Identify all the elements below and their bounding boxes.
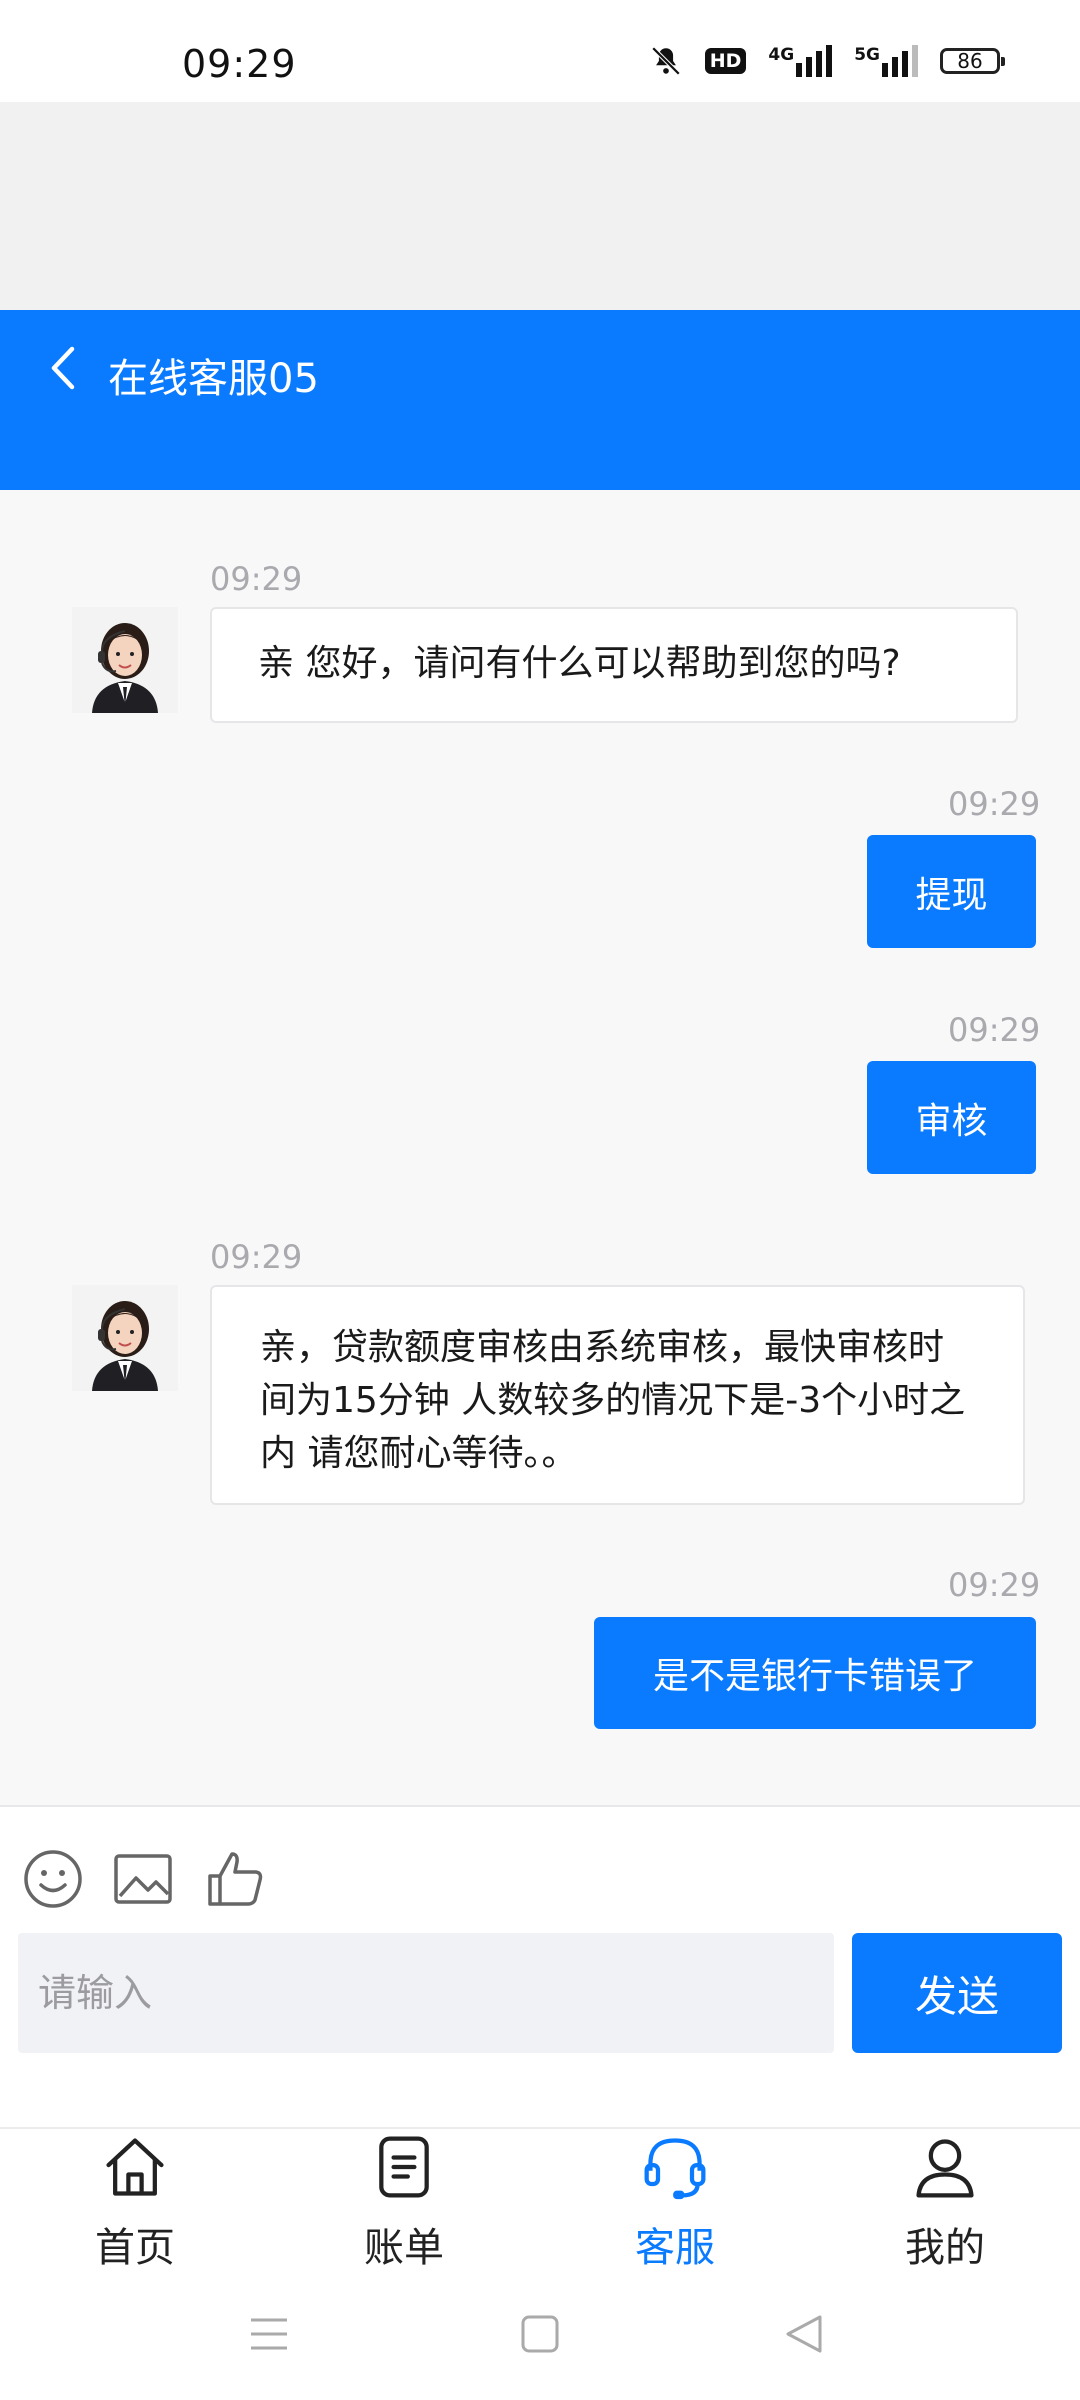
message-timestamp: 09:29 [948,1566,1041,1604]
home-square-icon[interactable] [518,2312,562,2356]
outgoing-message-bubble: 是不是银行卡错误了 [594,1617,1036,1729]
incoming-message-bubble: 亲，贷款额度审核由系统审核，最快审核时间为15分钟 人数较多的情况下是-3个小时… [210,1285,1025,1505]
message-input[interactable] [18,1933,834,2053]
nav-item-home[interactable]: 首页 [35,2133,235,2273]
page-title: 在线客服05 [108,356,319,402]
spacer-band [0,102,1080,310]
incoming-message-bubble: 亲 您好，请问有什么可以帮助到您的吗? [210,607,1018,723]
agent-avatar [72,1285,178,1391]
message-timestamp: 09:29 [948,785,1041,823]
image-icon[interactable] [112,1848,174,1910]
net1-label: 4G [768,45,795,65]
send-button[interactable]: 发送 [852,1933,1062,2053]
outgoing-message-bubble: 审核 [867,1061,1036,1174]
nav-label-home: 首页 [95,2225,175,2271]
menu-icon[interactable] [247,2312,291,2356]
nav-label-profile: 我的 [905,2225,985,2271]
bill-icon [379,2136,429,2198]
nav-label-service: 客服 [635,2225,715,2271]
home-icon [106,2138,164,2196]
nav-label-bill: 账单 [364,2225,444,2271]
nav-item-profile[interactable]: 我的 [845,2133,1045,2273]
battery-level: 86 [940,48,1005,74]
message-timestamp: 09:29 [210,560,303,598]
emoji-icon[interactable] [22,1848,84,1910]
status-icons: HD 4G 5G 86 [649,44,1005,78]
chevron-left-icon[interactable] [44,343,84,393]
message-timestamp: 09:29 [210,1238,303,1276]
message-timestamp: 09:29 [948,1011,1041,1049]
battery-icon: 86 [940,48,1005,74]
nav-item-bill[interactable]: 账单 [304,2133,504,2273]
mute-bell-icon [649,44,683,78]
signal-4g-icon: 4G [768,45,833,77]
signal-5g-icon: 5G [854,45,918,77]
headset-icon [644,2138,706,2200]
nav-item-service[interactable]: 客服 [575,2133,775,2273]
outgoing-message-bubble: 提现 [867,835,1036,948]
hd-icon: HD [704,48,747,74]
hd-label: HD [704,48,747,74]
agent-avatar [72,607,178,713]
user-icon [916,2139,974,2198]
status-time: 09:29 [182,42,297,86]
back-triangle-icon[interactable] [782,2312,826,2356]
net2-label: 5G [854,45,880,65]
thumbs-up-icon[interactable] [204,1848,266,1910]
